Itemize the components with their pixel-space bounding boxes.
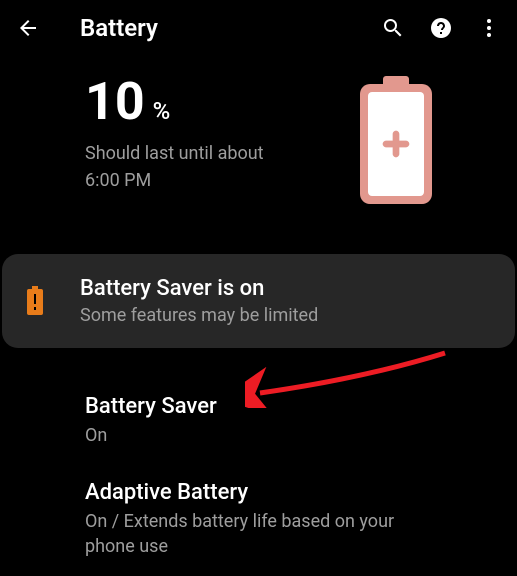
battery-estimate-line2: 6:00 PM	[85, 167, 360, 194]
notice-title: Battery Saver is on	[80, 276, 491, 301]
notice-subtitle: Some features may be limited	[80, 305, 491, 326]
battery-status: 10 % Should last until about 6:00 PM	[0, 56, 517, 234]
back-icon[interactable]	[16, 16, 40, 40]
notice-text: Battery Saver is on Some features may be…	[80, 276, 491, 326]
setting-subtitle: On	[85, 423, 432, 448]
more-icon[interactable]	[477, 16, 501, 40]
search-icon[interactable]	[381, 16, 405, 40]
setting-title: Adaptive Battery	[85, 480, 432, 505]
battery-saver-notice[interactable]: Battery Saver is on Some features may be…	[2, 254, 515, 348]
page-title: Battery	[80, 14, 361, 42]
setting-title: Battery Saver	[85, 394, 432, 419]
adaptive-battery-setting[interactable]: Adaptive Battery On / Extends battery li…	[0, 464, 517, 575]
battery-saver-setting[interactable]: Battery Saver On	[0, 378, 517, 464]
battery-percent-value: 10	[85, 76, 145, 128]
battery-estimate-line1: Should last until about	[85, 140, 360, 167]
battery-percent: 10 %	[85, 76, 360, 128]
header: Battery	[0, 0, 517, 56]
battery-graphic-icon	[360, 76, 432, 204]
battery-warning-icon	[26, 286, 44, 316]
battery-estimate: Should last until about 6:00 PM	[85, 140, 360, 194]
header-actions	[381, 16, 501, 40]
setting-subtitle: On / Extends battery life based on your …	[85, 509, 432, 559]
battery-info: 10 % Should last until about 6:00 PM	[85, 76, 360, 194]
battery-percent-symbol: %	[153, 97, 171, 125]
help-icon[interactable]	[429, 16, 453, 40]
